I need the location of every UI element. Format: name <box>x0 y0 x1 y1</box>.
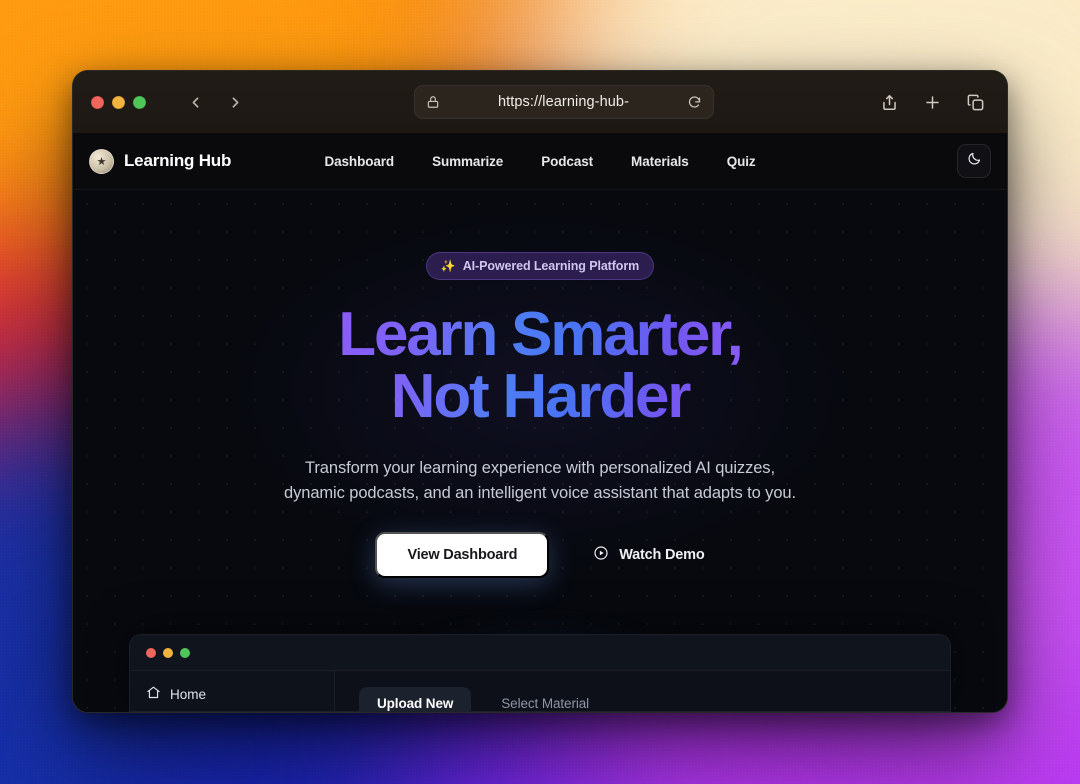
nav-link-materials[interactable]: Materials <box>631 154 689 169</box>
site-navbar: ★ Learning Hub Dashboard Summarize Podca… <box>73 133 1007 190</box>
nav-links: Dashboard Summarize Podcast Materials Qu… <box>324 154 755 169</box>
watch-demo-button[interactable]: Watch Demo <box>593 545 705 565</box>
watch-demo-label: Watch Demo <box>619 547 705 564</box>
preview-body: Home Upload New Select Material <box>130 671 950 712</box>
address-bar[interactable]: https://learning-hub- <box>414 85 714 119</box>
forward-button[interactable] <box>222 89 248 115</box>
play-circle-icon <box>593 545 609 565</box>
nav-link-podcast[interactable]: Podcast <box>541 154 593 169</box>
reload-icon[interactable] <box>687 95 702 110</box>
share-icon[interactable] <box>880 93 899 112</box>
preview-minimize-button[interactable] <box>163 647 173 658</box>
view-dashboard-button[interactable]: View Dashboard <box>375 532 550 579</box>
nav-link-dashboard[interactable]: Dashboard <box>324 154 394 169</box>
hero-cta-row: View Dashboard Watch Demo <box>375 532 705 579</box>
copy-tabs-icon[interactable] <box>966 93 985 112</box>
minimize-window-button[interactable] <box>112 95 125 109</box>
preview-tabs: Upload New Select Material <box>359 687 950 712</box>
preview-titlebar <box>130 635 950 672</box>
preview-maximize-button[interactable] <box>180 647 190 658</box>
hero-section: ✨ AI-Powered Learning Platform Learn Sma… <box>73 190 1007 712</box>
headline-line-1: Learn Smarter, <box>338 300 742 369</box>
headline-line-2: Not Harder <box>390 362 690 431</box>
browser-window: https://learning-hub- ★ Learning Hub Das… <box>72 70 1008 713</box>
preview-sidebar: Home <box>130 671 335 711</box>
back-button[interactable] <box>182 89 208 115</box>
plus-icon[interactable] <box>923 93 942 112</box>
seal-logo-icon: ★ <box>89 148 114 174</box>
preview-main: Upload New Select Material <box>335 671 950 712</box>
nav-link-summarize[interactable]: Summarize <box>432 154 503 169</box>
tab-select-material[interactable]: Select Material <box>479 687 607 711</box>
sidebar-item-home-label: Home <box>170 686 207 702</box>
page-title: Learn Smarter, Not Harder <box>338 304 741 428</box>
close-window-button[interactable] <box>91 95 104 109</box>
preview-close-button[interactable] <box>146 647 156 658</box>
app-preview-panel: Home Upload New Select Material <box>129 634 951 712</box>
sidebar-item-home[interactable]: Home <box>146 685 318 703</box>
window-traffic-lights <box>91 95 146 109</box>
moon-icon <box>967 151 982 171</box>
hero-badge-text: AI-Powered Learning Platform <box>462 259 640 273</box>
brand[interactable]: ★ Learning Hub <box>89 148 232 174</box>
browser-toolbar: https://learning-hub- <box>73 71 1007 133</box>
maximize-window-button[interactable] <box>133 95 146 109</box>
page-content: ★ Learning Hub Dashboard Summarize Podca… <box>73 133 1007 712</box>
brand-name: Learning Hub <box>124 151 232 170</box>
sparkle-icon: ✨ <box>440 259 456 273</box>
browser-nav-buttons <box>182 89 248 115</box>
hero-subtitle: Transform your learning experience with … <box>284 459 796 503</box>
url-text: https://learning-hub- <box>497 94 630 110</box>
theme-toggle-button[interactable] <box>957 144 991 178</box>
nav-link-quiz[interactable]: Quiz <box>727 154 756 169</box>
address-bar-container: https://learning-hub- <box>262 85 866 119</box>
lock-icon <box>426 95 440 109</box>
hero-badge: ✨ AI-Powered Learning Platform <box>425 252 655 280</box>
tab-upload-new[interactable]: Upload New <box>359 687 472 712</box>
browser-toolbar-actions <box>880 93 989 112</box>
home-icon <box>146 685 161 703</box>
